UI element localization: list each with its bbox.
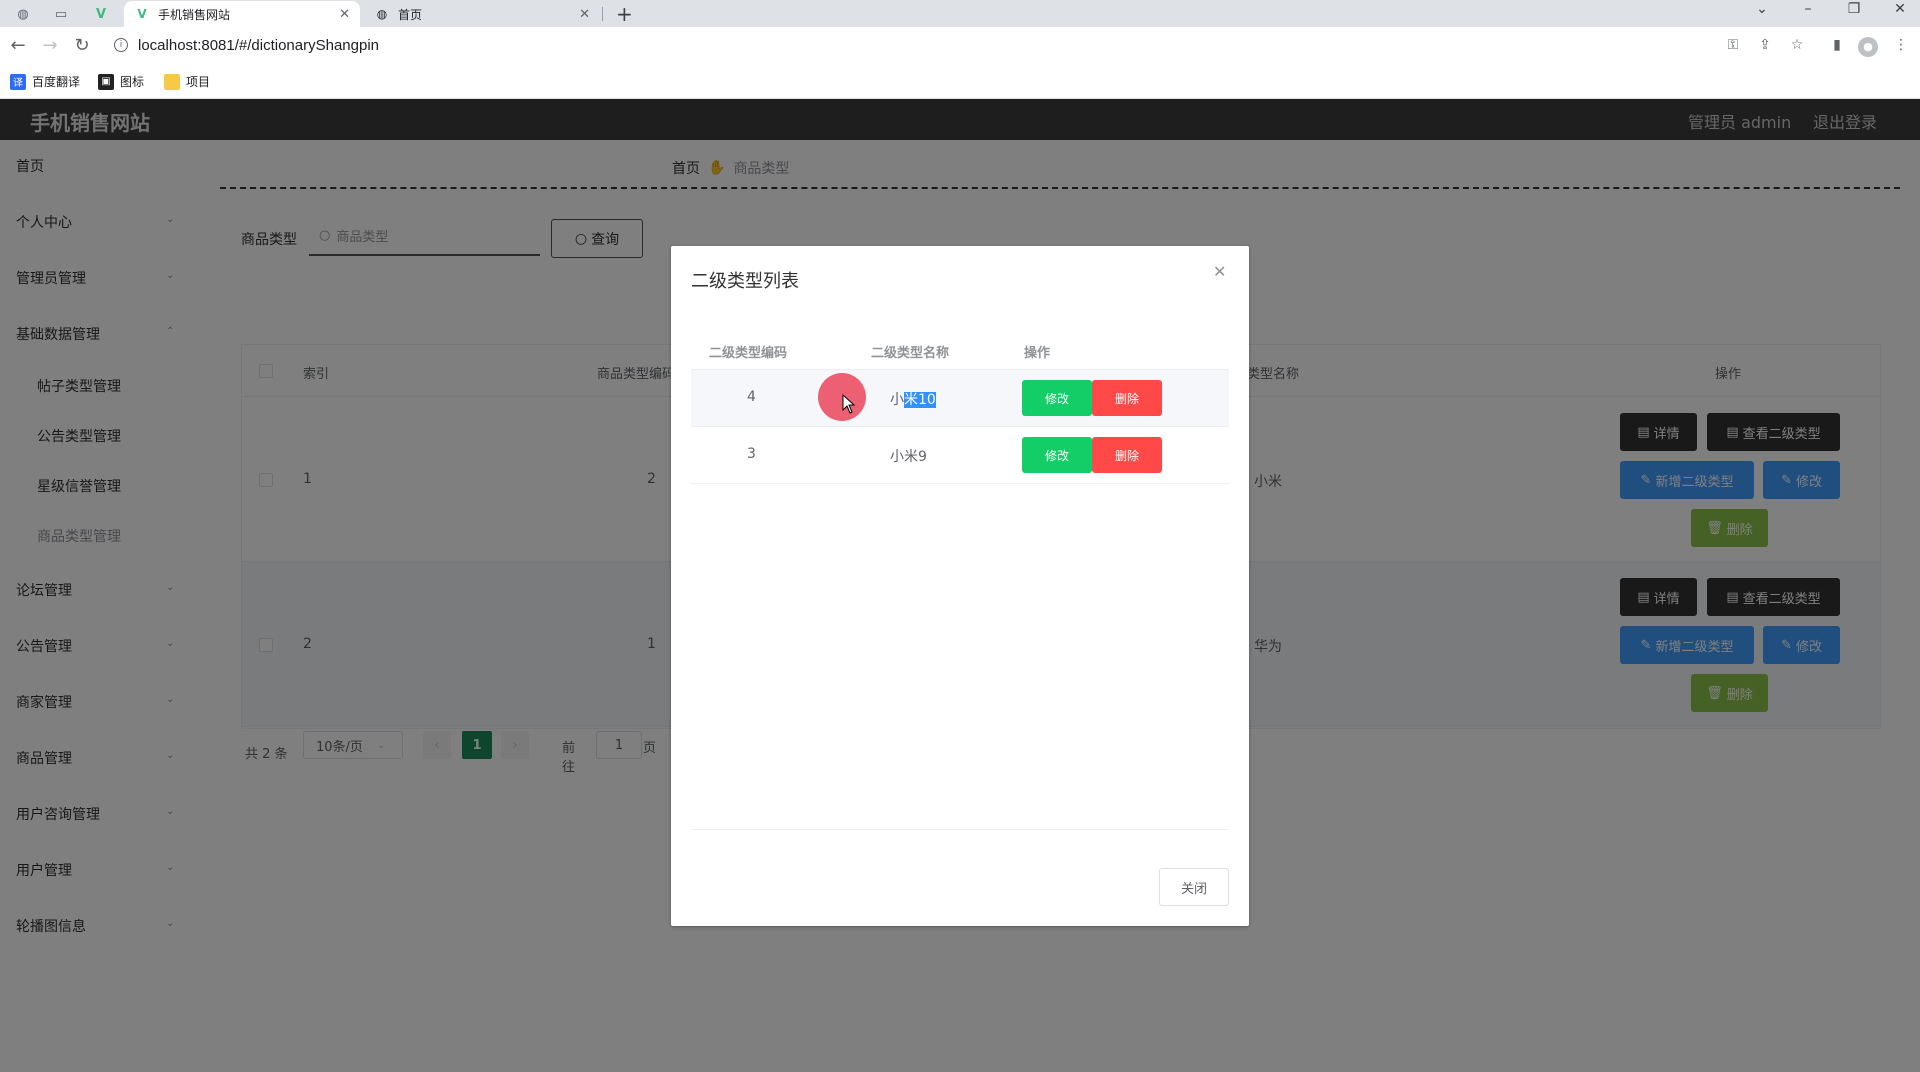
folder-icon (164, 73, 180, 90)
vue-icon[interactable]: V (88, 3, 114, 25)
vue-icon: V (137, 7, 147, 21)
forward-icon[interactable]: → (38, 35, 62, 56)
subtype-dialog: 二级类型列表 ✕ 二级类型编码 二级类型名称 操作 4 小米10 修改 删除 3… (671, 246, 1249, 926)
globe-icon: ◍ (376, 7, 388, 21)
new-tab-button[interactable]: + (616, 2, 633, 26)
key-icon[interactable]: ⚿ (1722, 37, 1744, 53)
bookmark-project[interactable]: 项目 (164, 73, 210, 90)
bookmark-icons[interactable]: ▣ 图标 (98, 73, 144, 90)
bookmark-baidu-translate[interactable]: 译 百度翻译 (10, 73, 80, 90)
table-row: 4 小米10 修改 删除 (691, 370, 1229, 427)
edit-button[interactable]: 修改 (1022, 437, 1092, 473)
edit-button[interactable]: 修改 (1022, 380, 1092, 416)
close-icon[interactable]: ✕ (579, 7, 590, 22)
tab-active[interactable]: V 手机销售网站 ✕ (124, 1, 360, 27)
close-icon[interactable]: ✕ (1213, 262, 1226, 281)
dialog-title: 二级类型列表 (691, 271, 799, 292)
subtype-code: 3 (747, 446, 756, 462)
delete-button[interactable]: 删除 (1092, 380, 1162, 416)
globe-icon[interactable]: ◍ (10, 3, 36, 25)
image-icon: ▣ (98, 73, 114, 90)
tab-separator (602, 7, 603, 21)
column-subtype-name: 二级类型名称 (871, 346, 950, 361)
subtype-name-prefix: 小 (890, 392, 904, 408)
delete-button[interactable]: 删除 (1092, 437, 1162, 473)
close-icon[interactable]: ✕ (339, 7, 350, 22)
browser-tab-bar: ◍ ▭ V V 手机销售网站 ✕ ◍ 首页 ✕ + ⌄ – ❐ ✕ (0, 0, 1920, 27)
url-text[interactable]: localhost:8081/#/dictionaryShangpin (138, 37, 379, 54)
profile-icon[interactable]: ● (1858, 37, 1878, 57)
tab-title: 手机销售网站 (158, 7, 231, 22)
subtype-code: 4 (747, 389, 756, 405)
column-subtype-code: 二级类型编码 (709, 346, 788, 361)
bookmark-label: 图标 (120, 75, 145, 89)
subtype-name: 小米10 (890, 389, 936, 409)
menu-icon[interactable]: ⋮ (1890, 37, 1912, 53)
tab-home[interactable]: ◍ 首页 ✕ (364, 1, 600, 27)
table-row: 3 小米9 修改 删除 (691, 427, 1229, 484)
subtype-table-header: 二级类型编码 二级类型名称 操作 (691, 330, 1229, 370)
back-icon[interactable]: ← (6, 35, 30, 56)
column-subtype-actions: 操作 (1024, 346, 1051, 361)
window-close-button[interactable]: ✕ (1880, 1, 1920, 17)
dialog-footer-divider (691, 829, 1229, 830)
bookmark-label: 百度翻译 (32, 75, 81, 89)
share-icon[interactable]: ⇪ (1754, 37, 1776, 53)
bookmark-label: 项目 (186, 75, 211, 89)
translate-icon: 译 (10, 73, 26, 90)
bookmarks-bar: 译 百度翻译 ▣ 图标 项目 (0, 67, 1920, 99)
restore-button[interactable]: ❐ (1834, 1, 1874, 17)
side-panel-icon[interactable]: ▮ (1826, 37, 1848, 53)
tab-search-icon[interactable]: ⌄ (1742, 1, 1782, 17)
star-icon[interactable]: ☆ (1786, 37, 1808, 53)
address-bar: ← → ↻ i localhost:8081/#/dictionaryShang… (0, 27, 1920, 67)
minimize-button[interactable]: – (1788, 1, 1828, 17)
subtype-name: 小米9 (890, 449, 927, 465)
subtype-name-selected: 米10 (904, 392, 936, 408)
pinned-tab-icon[interactable]: ▭ (48, 3, 74, 25)
cursor-icon (842, 394, 856, 414)
dialog-close-button[interactable]: 关闭 (1159, 868, 1229, 906)
info-icon[interactable]: i (114, 38, 128, 52)
reload-icon[interactable]: ↻ (70, 35, 94, 56)
tab-title: 首页 (398, 7, 423, 22)
